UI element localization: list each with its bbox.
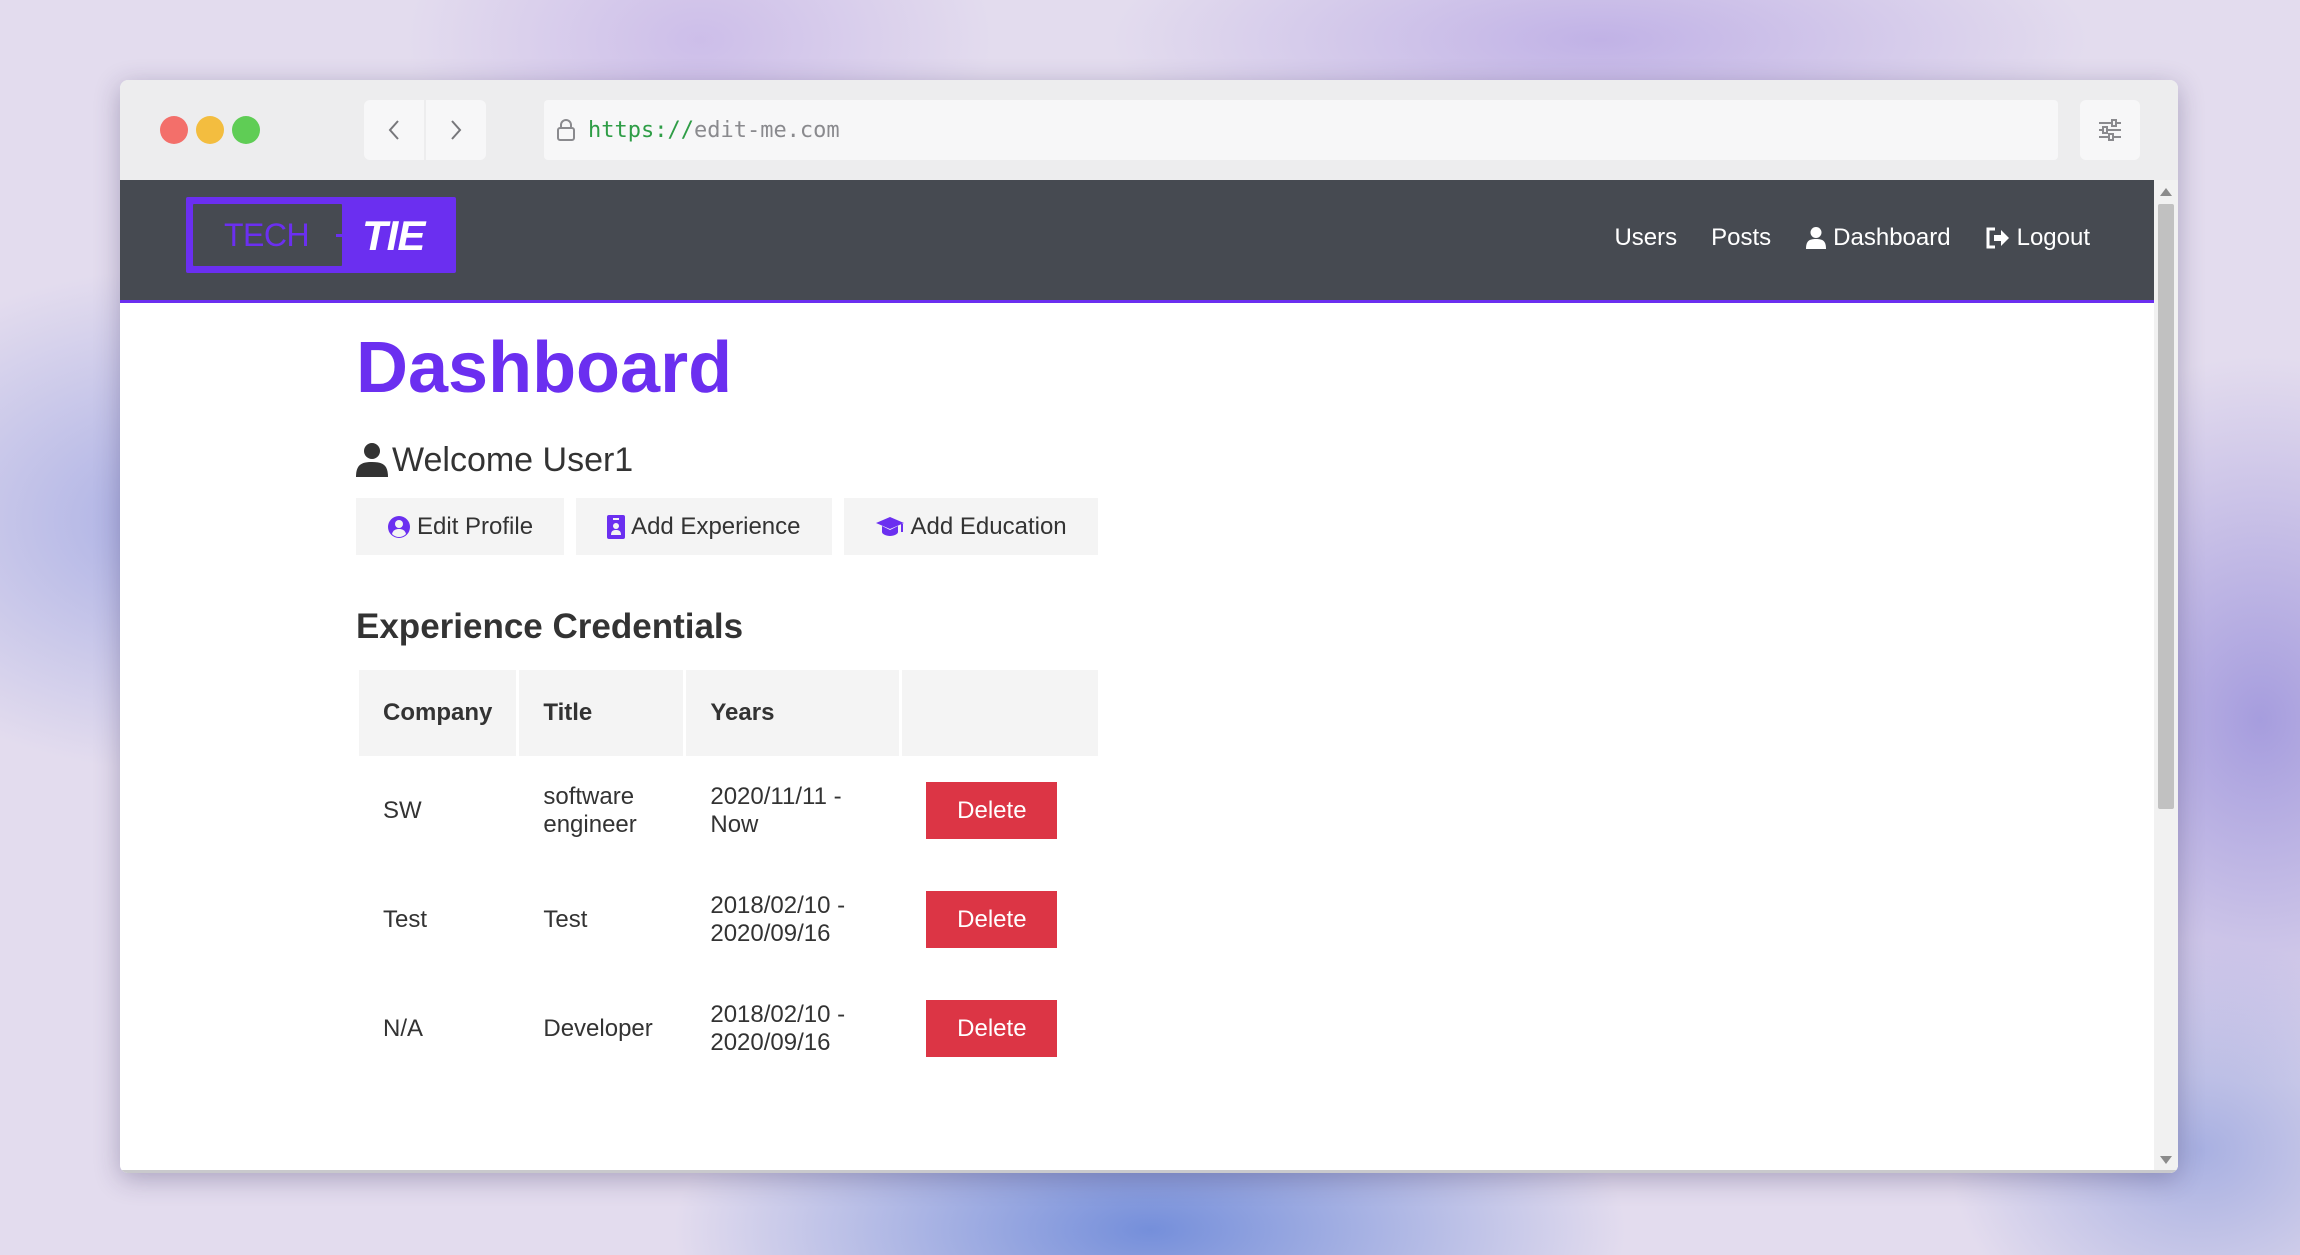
delete-button[interactable]: Delete xyxy=(926,891,1058,948)
nav-links: Users Posts Dashboard Logout xyxy=(1614,222,2090,254)
sliders-icon xyxy=(2099,119,2121,141)
nav-logout-link[interactable]: Logout xyxy=(1985,222,2090,254)
back-button[interactable] xyxy=(364,100,424,160)
user-icon xyxy=(356,443,388,477)
site-navbar: TECH TIE Users Posts Dashboard Logout xyxy=(120,180,2154,303)
column-header-actions xyxy=(902,670,1099,756)
address-bar[interactable]: https://edit-me.com xyxy=(544,100,2058,160)
add-education-button[interactable]: Add Education xyxy=(843,498,1098,555)
user-icon xyxy=(1806,227,1827,249)
table-row: N/A Developer 2018/02/10 - 2020/09/16 De… xyxy=(359,974,1098,1083)
cell-title: Test xyxy=(543,905,588,933)
scroll-up-arrow-icon[interactable] xyxy=(2160,188,2172,196)
nav-logout-label: Logout xyxy=(2016,224,2090,251)
nav-dashboard-link[interactable]: Dashboard xyxy=(1805,222,1951,254)
cell-company: SW xyxy=(383,796,422,824)
nav-users-link[interactable]: Users xyxy=(1614,222,1677,254)
url-host: edit-me.com xyxy=(693,117,840,143)
cell-years: 2018/02/10 - 2020/09/16 xyxy=(710,1000,846,1056)
logo-text-tie: TIE xyxy=(362,212,425,259)
add-experience-button[interactable]: Add Experience xyxy=(576,498,832,555)
close-window-button[interactable] xyxy=(160,116,188,144)
minimize-window-button[interactable] xyxy=(196,116,224,144)
cell-title: Developer xyxy=(543,1014,653,1042)
page-title: Dashboard xyxy=(356,328,733,408)
experience-table: Company Title Years SW software engineer… xyxy=(356,670,1101,1083)
cell-years: 2018/02/10 - 2020/09/16 xyxy=(710,891,846,947)
url-scheme: https:// xyxy=(588,117,694,143)
table-row: SW software engineer 2020/11/11 - Now De… xyxy=(359,756,1098,865)
scrollbar-thumb[interactable] xyxy=(2158,204,2174,809)
chevron-left-icon xyxy=(388,120,399,140)
scroll-down-arrow-icon[interactable] xyxy=(2160,1156,2172,1164)
column-header-title: Title xyxy=(519,670,684,756)
dashboard-actions: Edit Profile Add Experience Add Educatio… xyxy=(356,498,1098,555)
graduation-cap-icon xyxy=(875,516,904,536)
chevron-right-icon xyxy=(451,120,462,140)
cell-company: N/A xyxy=(383,1014,424,1042)
cell-years: 2020/11/11 - Now xyxy=(710,782,842,838)
nav-posts-link[interactable]: Posts xyxy=(1711,222,1771,254)
user-circle-icon xyxy=(388,515,410,538)
techtie-logo[interactable]: TECH TIE xyxy=(186,197,456,273)
delete-button[interactable]: Delete xyxy=(926,782,1058,839)
maximize-window-button[interactable] xyxy=(232,116,260,144)
cell-title: software engineer xyxy=(543,782,637,838)
nav-dashboard-label: Dashboard xyxy=(1833,224,1951,251)
logo-text-tech: TECH xyxy=(224,217,310,253)
welcome-text: Welcome User1 xyxy=(392,441,634,479)
edit-profile-button[interactable]: Edit Profile xyxy=(356,498,565,555)
table-header-row: Company Title Years xyxy=(359,670,1099,756)
cell-company: Test xyxy=(383,905,428,933)
browser-toolbar: https://edit-me.com xyxy=(120,80,2178,180)
lock-icon xyxy=(556,118,576,142)
delete-button[interactable]: Delete xyxy=(926,1000,1058,1057)
column-header-years: Years xyxy=(686,670,900,756)
settings-button[interactable] xyxy=(2080,100,2140,160)
welcome-message: Welcome User1 xyxy=(356,440,633,480)
id-badge-icon xyxy=(607,514,626,539)
vertical-scrollbar[interactable] xyxy=(2154,180,2178,1173)
browser-window: https://edit-me.com TECH TIE Users Posts… xyxy=(120,80,2178,1173)
table-row: Test Test 2018/02/10 - 2020/09/16 Delete xyxy=(359,865,1098,974)
page-viewport: TECH TIE Users Posts Dashboard Logout Da… xyxy=(120,180,2178,1173)
column-header-company: Company xyxy=(359,670,517,756)
forward-button[interactable] xyxy=(426,100,486,160)
sign-out-icon xyxy=(1986,227,2009,249)
experience-heading: Experience Credentials xyxy=(356,607,744,646)
